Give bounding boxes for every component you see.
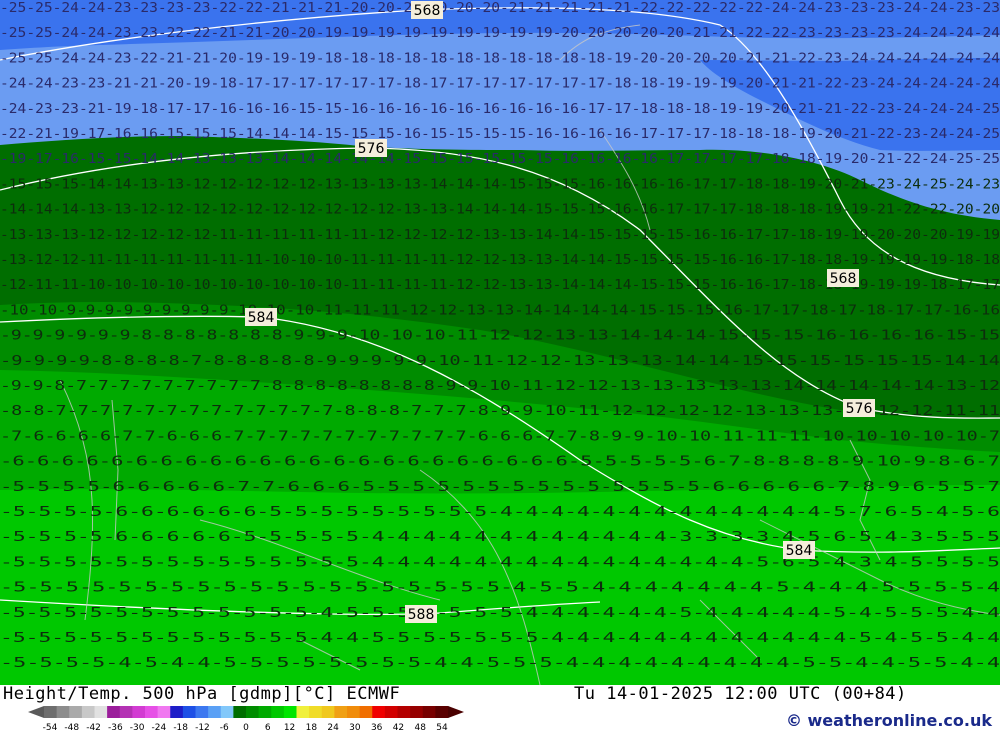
legend-swatch xyxy=(182,706,196,718)
temperature-row: -25-25-24-24-23-23-22-22-21-21-20-20-19-… xyxy=(0,26,1000,41)
legend-swatch xyxy=(309,706,323,718)
legend-swatch xyxy=(435,706,449,718)
legend-swatch xyxy=(208,706,222,718)
legend-tick-label: 48 xyxy=(414,723,426,732)
legend-tick-label: -42 xyxy=(86,723,101,732)
temperature-row: -9-9-9-9-8-8-8-8-7-8-8-8-8-8-9-9-9-9-9-1… xyxy=(0,354,1000,369)
legend-swatch xyxy=(372,706,386,718)
legend-swatch xyxy=(283,706,297,718)
temperature-row: -22-21-19-17-16-16-15-15-15-14-14-14-15-… xyxy=(0,127,1000,142)
temperature-row: -14-14-14-13-13-12-12-12-12-12-12-12-12-… xyxy=(0,203,1000,218)
contour-label: 588 xyxy=(408,607,435,623)
legend-swatch xyxy=(94,706,108,718)
temperature-row: -7-6-6-6-6-7-7-6-6-6-7-7-7-7-7-7-7-7-7-7… xyxy=(0,429,1000,444)
temperature-row: -24-24-23-23-21-21-20-19-18-17-17-17-17-… xyxy=(0,77,1000,92)
legend-swatch xyxy=(107,706,121,718)
temperature-row: -5-5-5-5-5-5-5-5-5-5-5-5-4-5-5-5-5-5-5-5… xyxy=(0,606,1000,621)
temperature-row: -19-17-16-15-15-14-14-13-13-13-14-14-14-… xyxy=(0,152,1000,167)
legend-swatch xyxy=(296,706,310,718)
temperature-row: -13-12-12-11-11-11-11-11-11-11-10-10-10-… xyxy=(0,253,1000,268)
legend-swatch xyxy=(195,706,209,718)
temperature-row: -13-13-13-12-12-12-12-12-11-11-11-11-11-… xyxy=(0,228,1000,243)
legend-tick-label: 0 xyxy=(243,723,249,732)
legend-tick-label: 36 xyxy=(371,723,383,732)
footer-bar: Height/Temp. 500 hPa [gdmp][°C] ECMWF Tu… xyxy=(0,684,1000,733)
legend-tick-label: 24 xyxy=(327,723,339,732)
legend-swatch xyxy=(422,706,436,718)
legend-swatch xyxy=(334,706,348,718)
forecast-timestamp: Tu 14-01-2025 12:00 UTC (00+84) xyxy=(574,684,907,704)
map-title: Height/Temp. 500 hPa [gdmp][°C] ECMWF xyxy=(3,684,401,704)
contour-label: 584 xyxy=(248,310,275,326)
legend-swatch xyxy=(220,706,234,718)
legend-tick-label: 54 xyxy=(436,723,448,732)
legend-swatch xyxy=(410,706,424,718)
legend-swatch xyxy=(233,706,247,718)
legend-swatch xyxy=(271,706,285,718)
contour-label: 568 xyxy=(414,3,441,19)
temperature-row: -5-5-5-5-6-6-6-6-6-7-7-6-6-6-5-5-5-5-5-5… xyxy=(0,480,1000,495)
legend-tick-label: -48 xyxy=(64,723,79,732)
temperature-row: -25-25-24-24-23-22-21-21-20-19-19-19-18-… xyxy=(0,51,1000,66)
temperature-row: -5-5-5-5-5-5-5-5-5-5-5-5-5-5-4-4-4-4-4-4… xyxy=(0,555,1000,570)
legend-swatch xyxy=(145,706,159,718)
temperature-row: -9-9-8-7-7-7-7-7-7-7-7-7-8-8-8-8-8-8-8-8… xyxy=(0,379,1000,394)
legend-swatch xyxy=(397,706,411,718)
contour-label: 576 xyxy=(846,401,873,417)
legend-swatch xyxy=(384,706,398,718)
legend-swatch xyxy=(347,706,361,718)
contour-label: 584 xyxy=(786,543,813,559)
temperature-row: -10-10-9-9-9-9-9-9-9-9-9-10-10-10-11-11-… xyxy=(0,303,1000,318)
legend-swatch xyxy=(170,706,184,718)
legend-swatch xyxy=(81,706,95,718)
temperature-row: -6-6-6-6-6-6-6-6-6-6-6-6-6-6-6-6-6-6-6-6… xyxy=(0,455,1000,470)
legend-arrow-left xyxy=(28,706,44,718)
legend-tick-label: -18 xyxy=(173,723,188,732)
legend-swatch xyxy=(246,706,260,718)
legend-swatch xyxy=(119,706,133,718)
temperature-row: -25-25-24-24-23-23-23-23-22-22-21-21-21-… xyxy=(0,1,1000,16)
legend-arrow-right xyxy=(448,706,464,718)
legend-swatch xyxy=(157,706,171,718)
legend-swatch xyxy=(258,706,272,718)
legend-swatch xyxy=(132,706,146,718)
legend-swatch xyxy=(359,706,373,718)
legend-tick-label: 6 xyxy=(265,723,271,732)
legend-swatch xyxy=(44,706,58,718)
temperature-row: -5-5-5-5-5-5-5-5-5-5-5-5-5-5-5-5-5-5-5-4… xyxy=(0,581,1000,596)
legend-tick-label: 12 xyxy=(284,723,295,732)
legend-tick-label: -12 xyxy=(195,723,210,732)
temperature-row: -5-5-5-5-6-6-6-6-6-6-5-5-5-5-5-5-5-5-5-4… xyxy=(0,505,1000,520)
legend-tick-label: 42 xyxy=(393,723,404,732)
weather-map: -25-25-24-24-23-23-23-23-22-22-21-21-21-… xyxy=(0,0,1000,685)
legend-tick-label: -24 xyxy=(152,723,167,732)
legend-swatch xyxy=(56,706,70,718)
legend-swatch xyxy=(69,706,83,718)
color-legend: -54 -48 -42 -36 -30 -24 -18 -12 -6 0 6 12 18 24 30 36 42… xyxy=(28,706,464,732)
temperature-row: -5-5-5-5-5-5-5-5-5-5-5-5-4-4-5-5-5-5-5-5… xyxy=(0,631,1000,646)
temperature-row: -15-15-15-14-14-13-13-12-12-12-12-12-13-… xyxy=(0,177,1000,192)
legend-swatch xyxy=(321,706,335,718)
legend-tick-label: -36 xyxy=(108,723,123,732)
temperature-row: -9-9-9-9-9-9-8-8-8-8-8-8-8-9-9-9-10-10-1… xyxy=(0,329,1000,344)
temperature-row: -5-5-5-5-4-5-4-4-5-5-5-5-5-5-5-5-4-4-5-5… xyxy=(0,656,1000,671)
legend-tick-label: -54 xyxy=(43,723,58,732)
legend-tick-label: -30 xyxy=(130,723,145,732)
contour-label: 576 xyxy=(358,141,385,157)
temperature-row: -5-5-5-5-6-6-6-6-6-5-5-5-5-5-4-4-4-4-4-4… xyxy=(0,530,1000,545)
legend-tick-label: 18 xyxy=(306,723,318,732)
temperature-row: -24-23-23-21-19-18-17-17-16-16-16-15-15-… xyxy=(0,102,1000,117)
credit-link[interactable]: © weatheronline.co.uk xyxy=(786,711,992,730)
legend-tick-label: -6 xyxy=(220,723,229,732)
legend-tick-label: 30 xyxy=(349,723,361,732)
contour-label: 568 xyxy=(830,271,857,287)
